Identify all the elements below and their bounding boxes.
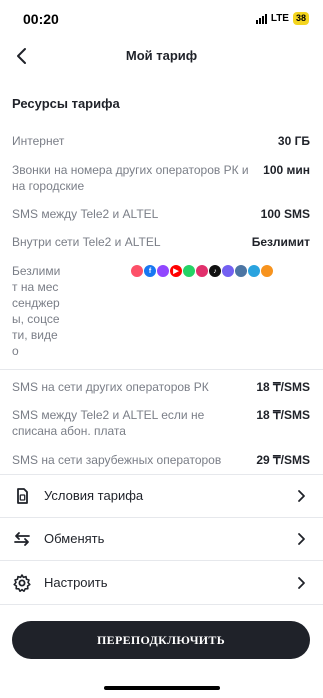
resource-label: Интернет [12, 134, 65, 148]
resource-value: 30 ГБ [277, 134, 310, 148]
menu-item-exchange[interactable]: Обменять [0, 517, 323, 561]
network-type: LTE [270, 13, 289, 24]
resource-label: Безлимит на мессенджеры, соцсети, видео [12, 264, 61, 358]
section-title: Ресурсы тарифа [12, 96, 120, 111]
divider [0, 604, 323, 605]
sms-rate-value: 29 ₸/SMS [256, 453, 310, 467]
instagram-icon [195, 264, 209, 278]
telegram-icon [247, 264, 261, 278]
menu-item-tariff-conditions[interactable]: Условия тарифа [0, 474, 323, 518]
resource-row-onnet: Внутри сети Tele2 и ALTEL Безлимит [12, 234, 310, 250]
tinder-icon [130, 264, 144, 278]
odnoklassniki-icon [260, 264, 274, 278]
sms-rate-value: 18 ₸/SMS [256, 408, 310, 422]
reconnect-button[interactable]: ПЕРЕПОДКЛЮЧИТЬ [12, 621, 310, 659]
status-indicators: LTE 38 [255, 12, 309, 25]
messenger-apps: f ▶ ♪ [130, 264, 274, 278]
resource-value: 100 мин [263, 163, 310, 177]
resource-row-calls: Звонки на номера других операторов РК и … [12, 162, 310, 194]
sms-rate-value: 18 ₸/SMS [256, 380, 310, 394]
divider [0, 369, 323, 370]
resource-value: Безлимит [251, 235, 310, 249]
chevron-right-icon [298, 577, 305, 589]
page-title: Мой тариф [125, 48, 198, 63]
menu-item-label: Условия тарифа [44, 488, 144, 503]
chevron-right-icon [298, 533, 305, 545]
sms-rate-row: SMS на сети зарубежных операторов 29 ₸/S… [12, 452, 310, 468]
status-bar: 00:20 LTE 38 [0, 0, 323, 40]
tiktok-icon: ♪ [208, 264, 222, 278]
facebook-icon: f [143, 264, 157, 278]
sim-card-icon [17, 488, 28, 504]
youtube-icon: ▶ [169, 264, 183, 278]
chevron-right-icon [298, 490, 305, 502]
resource-row-internet: Интернет 30 ГБ [12, 133, 310, 149]
menu-item-configure[interactable]: Настроить [0, 561, 323, 605]
resource-value: 100 SMS [260, 207, 310, 221]
resource-row-sms: SMS между Tele2 и ALTEL 100 SMS [12, 206, 310, 222]
vk-icon [234, 264, 248, 278]
home-indicator [104, 686, 220, 690]
whatsapp-icon [182, 264, 196, 278]
status-time: 00:20 [23, 11, 59, 27]
battery-icon: 38 [292, 12, 309, 25]
twitch-icon [156, 264, 170, 278]
gear-icon [13, 574, 31, 592]
exchange-arrows-icon [14, 532, 30, 546]
resource-label: Звонки на номера других операторов РК и … [12, 163, 249, 193]
signal-icon [255, 13, 267, 24]
header: Мой тариф [0, 38, 323, 74]
sms-rate-row: SMS между Tele2 и ALTEL если не списана … [12, 407, 310, 439]
viber-icon [221, 264, 235, 278]
menu-item-label: Обменять [44, 531, 105, 546]
sms-rate-row: SMS на сети других операторов РК 18 ₸/SM… [12, 379, 310, 395]
menu-item-label: Настроить [44, 575, 108, 590]
sms-rate-label: SMS между Tele2 и ALTEL если не списана … [12, 408, 205, 438]
